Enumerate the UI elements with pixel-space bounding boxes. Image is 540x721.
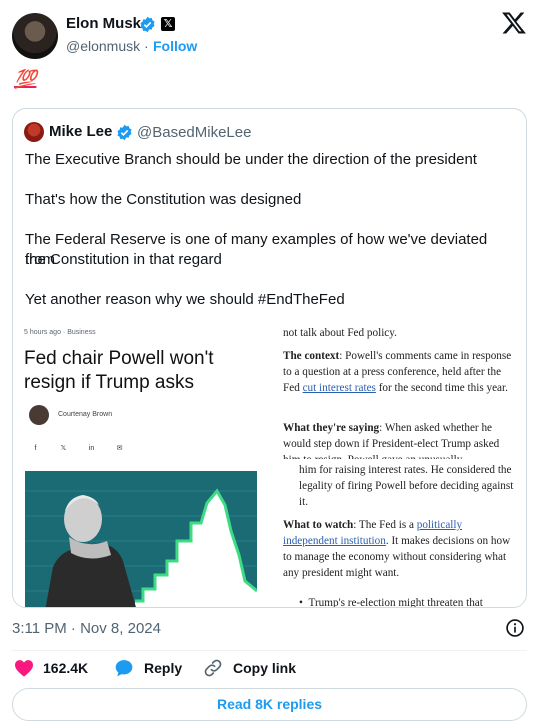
article-text-top: not talk about Fed policy. <box>283 327 397 339</box>
article-hero-image <box>25 471 257 607</box>
watch-text: : The Fed is a <box>353 519 417 531</box>
like-count[interactable]: 162.4K <box>43 660 88 676</box>
tweet-timestamp[interactable]: 3:11 PM · Nov 8, 2024 <box>12 620 161 637</box>
quote-author-name[interactable]: Mike Lee <box>49 123 112 140</box>
quote-author-avatar[interactable] <box>24 122 44 142</box>
follow-button[interactable]: Follow <box>153 38 197 54</box>
quote-text-line: the Constitution in that regard <box>25 251 222 268</box>
reply-button[interactable]: Reply <box>144 660 182 676</box>
x-affiliate-badge-icon: 𝕏 <box>161 17 175 31</box>
article-saying-continued: him for raising interest rates. He consi… <box>299 464 514 508</box>
copy-link-button[interactable]: Copy link <box>233 660 296 676</box>
author-avatar[interactable] <box>12 13 58 59</box>
x-logo-icon[interactable] <box>501 10 527 36</box>
info-icon[interactable] <box>505 618 525 638</box>
email-icon: ✉ <box>116 445 123 452</box>
article-author: Courtenay Brown <box>58 411 113 418</box>
bullet-icon: • <box>299 597 309 608</box>
link-icon[interactable] <box>203 658 223 678</box>
like-heart-icon[interactable] <box>14 659 34 677</box>
bullet-text: Trump's re-election might threaten that <box>308 597 483 608</box>
reply-bubble-icon[interactable] <box>114 658 134 678</box>
saying-label: What they're saying <box>283 422 380 434</box>
read-replies-button[interactable]: Read 8K replies <box>12 688 527 721</box>
watch-label: What to watch <box>283 519 354 531</box>
context-tail: for the second time this year. <box>375 382 508 394</box>
article-title: Fed chair Powell won't resign if Trump a… <box>24 348 214 393</box>
article-author-avatar <box>29 405 49 425</box>
handle-separator: · <box>144 38 149 54</box>
powell-chart-illustration <box>25 471 257 607</box>
quote-text-line: The Executive Branch should be under the… <box>25 151 477 168</box>
facebook-icon: f <box>34 445 37 452</box>
quote-text-line: That's how the Constitution was designed <box>25 191 302 208</box>
cut-interest-rates-link[interactable]: cut interest rates <box>303 382 376 394</box>
article-watch: What to watch: The Fed is a politically … <box>283 517 515 581</box>
article-saying: What they're saying: When asked whether … <box>283 420 515 459</box>
author-handle[interactable]: @elonmusk <box>66 38 140 54</box>
article-meta: 5 hours ago · Business <box>24 329 96 336</box>
article-bullet: • Trump's re-election might threaten tha… <box>299 595 519 608</box>
verified-badge-icon <box>117 124 132 141</box>
quoted-tweet-card[interactable]: Mike Lee @BasedMikeLee The Executive Bra… <box>12 108 527 608</box>
article-context: The context: Powell's comments came in r… <box>283 348 515 396</box>
author-name[interactable]: Elon Musk <box>66 15 141 32</box>
tweet-text: 💯 <box>14 69 37 89</box>
article-screenshot[interactable]: 5 hours ago · Business Fed chair Powell … <box>13 321 526 608</box>
quote-text-line: Yet another reason why we should #EndThe… <box>25 291 345 308</box>
divider <box>12 650 527 651</box>
x-share-icon: 𝕏 <box>60 445 67 452</box>
linkedin-icon: in <box>88 445 95 452</box>
context-label: The context <box>283 350 340 362</box>
quote-author-handle[interactable]: @BasedMikeLee <box>137 124 251 141</box>
verified-badge-icon <box>140 16 155 33</box>
